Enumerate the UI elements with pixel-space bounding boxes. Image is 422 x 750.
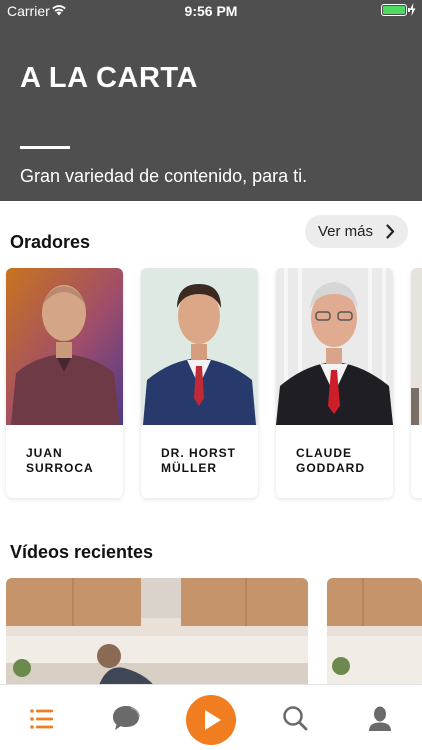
tab-list[interactable] [22,685,62,750]
page-title: A LA CARTA [20,62,198,94]
speaker-card[interactable]: JUAN SURROCA [6,268,123,498]
chevron-right-icon [386,224,395,239]
speaker-photo [141,268,258,425]
video-thumbnail-image [6,578,308,688]
list-icon [30,709,53,729]
speaker-card[interactable]: DR. HORST MÜLLER [141,268,258,498]
status-bar: Carrier 9:56 PM [0,0,422,22]
user-icon [369,706,391,731]
play-icon [205,710,221,730]
tab-profile[interactable] [360,685,400,750]
hero-banner: Carrier 9:56 PM A LA CARTA Gran variedad… [0,0,422,201]
speaker-card[interactable]: CLAUDE GODDARD [276,268,393,498]
battery-icon [381,4,410,16]
charging-bolt-icon [409,3,416,16]
see-more-label: Ver más [318,223,374,240]
chat-icon [113,706,140,730]
title-underline [20,146,70,149]
speakers-section-title: Oradores [10,232,91,252]
video-thumbnail[interactable] [6,578,308,688]
speaker-name: JUAN SURROCA [26,446,94,475]
status-time: 9:56 PM [184,3,238,19]
speaker-card[interactable] [411,268,422,498]
tab-search[interactable] [276,685,316,750]
see-more-button[interactable]: Ver más [305,215,408,248]
speaker-name: CLAUDE GODDARD [296,446,365,475]
speaker-photo [411,268,422,425]
tab-chat[interactable] [106,685,146,750]
videos-section-title: Vídeos recientes [10,542,154,562]
page-subtitle: Gran variedad de contenido, para ti. [20,166,308,186]
speaker-name: DR. HORST MÜLLER [161,446,236,475]
video-thumbnail-image [327,578,422,688]
speaker-photo [276,268,393,425]
video-thumbnail[interactable] [327,578,422,688]
search-icon [283,706,308,731]
speaker-photo [6,268,123,425]
speakers-carousel[interactable]: JUAN SURROCA DR. HORST MÜLLER CLAUDE GOD… [0,268,422,504]
tab-play[interactable] [186,695,236,745]
